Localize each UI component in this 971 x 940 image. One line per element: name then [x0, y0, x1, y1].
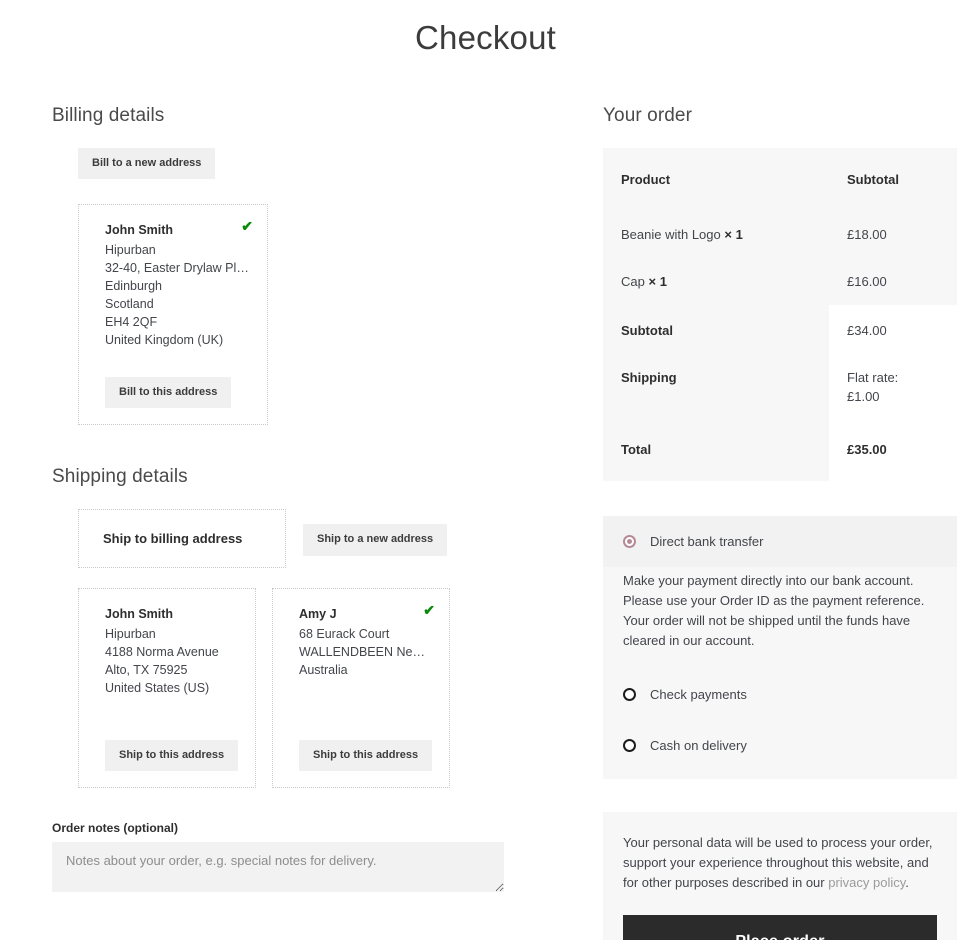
table-row: Subtotal £34.00 [603, 305, 957, 354]
payment-methods-panel: Direct bank transfer Make your payment d… [603, 516, 957, 779]
order-item-name-cell: Cap × 1 [603, 258, 829, 305]
order-notes-wrap: Order notes (optional) [52, 821, 517, 893]
shipping-address-cards: John Smith Hipurban 4188 Norma Avenue Al… [78, 588, 517, 789]
ship-to-billing-address-label: Ship to billing address [103, 531, 243, 547]
order-column-subtotal: Subtotal [829, 148, 957, 211]
billing-address-line: Edinburgh [105, 279, 162, 294]
privacy-and-submit-panel: Your personal data will be used to proce… [603, 812, 957, 940]
order-column-product: Product [603, 148, 829, 211]
shipping-address-card[interactable]: John Smith Hipurban 4188 Norma Avenue Al… [78, 588, 256, 789]
order-summary-table: Product Subtotal Beanie with Logo × 1 £1… [603, 148, 957, 481]
selected-check-icon: ✔ [423, 602, 435, 619]
shipping-address-name: Amy J [299, 607, 337, 622]
billing-address-line: EH4 2QF [105, 315, 158, 330]
shipping-details-heading: Shipping details [52, 466, 188, 488]
order-item-name-cell: Beanie with Logo × 1 [603, 211, 829, 258]
order-total-label: Total [603, 426, 829, 481]
billing-address-line: 32-40, Easter Drylaw Place [105, 261, 249, 276]
bill-to-new-address-button[interactable]: Bill to a new address [78, 148, 216, 180]
payment-method-direct-bank-transfer[interactable]: Direct bank transfer [603, 516, 957, 567]
order-item-subtotal: £18.00 [829, 211, 957, 258]
order-subtotal-value: £34.00 [829, 305, 957, 354]
payment-method-check-payments[interactable]: Check payments [603, 669, 957, 720]
privacy-policy-text: Your personal data will be used to proce… [623, 833, 937, 893]
billing-address-line: Hipurban [105, 243, 156, 258]
checkout-columns: Billing details Bill to a new address ✔ … [0, 105, 971, 940]
billing-address-card[interactable]: ✔ John Smith Hipurban 32-40, Easter Dryl… [78, 204, 268, 426]
ship-to-new-address-button[interactable]: Ship to a new address [303, 524, 448, 556]
billing-new-address-wrap: Bill to a new address [52, 148, 517, 180]
shipping-address-line: 68 Eurack Court [299, 627, 390, 642]
shipping-address-line: United States (US) [105, 681, 210, 696]
ship-to-billing-address-option[interactable]: Ship to billing address [78, 509, 286, 569]
billing-address-line: Scotland [105, 297, 154, 312]
your-order-heading: Your order [603, 105, 693, 126]
payment-method-description: Make your payment directly into our bank… [603, 567, 957, 669]
left-column: Billing details Bill to a new address ✔ … [52, 105, 517, 893]
privacy-text-after: . [905, 875, 909, 890]
shipping-toggle-row: Ship to billing address Ship to a new ad… [52, 509, 517, 569]
order-item-qty: × 1 [724, 227, 743, 242]
ship-to-this-address-button[interactable]: Ship to this address [105, 740, 239, 772]
billing-card-button-wrap: Bill to this address [105, 377, 249, 409]
place-order-button[interactable]: Place order [623, 915, 937, 940]
ship-to-this-address-button[interactable]: Ship to this address [299, 740, 433, 772]
table-row: Cap × 1 £16.00 [603, 258, 957, 305]
right-column: Your order Product Subtotal Beanie with … [603, 105, 957, 940]
shipping-card-button-wrap: Ship to this address [105, 740, 239, 772]
order-item-qty: × 1 [648, 274, 667, 289]
order-table-head: Product Subtotal [603, 148, 957, 211]
order-notes-input[interactable] [52, 842, 504, 893]
shipping-address-card[interactable]: ✔ Amy J 68 Eurack Court WALLENDBEEN New … [272, 588, 450, 789]
order-shipping-value: Flat rate: £1.00 [829, 354, 957, 426]
privacy-policy-link[interactable]: privacy policy [828, 875, 905, 890]
order-summary-panel: Product Subtotal Beanie with Logo × 1 £1… [603, 148, 957, 481]
payment-method-label: Cash on delivery [650, 738, 747, 753]
order-item-name: Beanie with Logo [621, 227, 721, 242]
ship-new-address-wrap: Ship to a new address [303, 524, 448, 556]
radio-selected-icon[interactable] [623, 535, 636, 548]
shipping-address-line: Australia [299, 663, 348, 678]
bill-to-this-address-button[interactable]: Bill to this address [105, 377, 232, 409]
billing-address-line: United Kingdom (UK) [105, 333, 224, 348]
shipping-address-line: WALLENDBEEN New South W… [299, 645, 431, 660]
payment-method-label: Direct bank transfer [650, 534, 764, 549]
order-item-subtotal: £16.00 [829, 258, 957, 305]
order-table-header-row: Product Subtotal [603, 148, 957, 211]
selected-check-icon: ✔ [241, 218, 253, 235]
shipping-card-button-wrap: Ship to this address [299, 740, 433, 772]
radio-unselected-icon[interactable] [623, 688, 636, 701]
payment-method-label: Check payments [650, 687, 747, 702]
order-shipping-label: Shipping [603, 354, 829, 426]
table-row: Beanie with Logo × 1 £18.00 [603, 211, 957, 258]
billing-details-heading: Billing details [52, 105, 165, 126]
shipping-address-line: Hipurban [105, 627, 156, 642]
shipping-address-line: 4188 Norma Avenue [105, 645, 219, 660]
order-subtotal-label: Subtotal [603, 305, 829, 354]
order-total-value: £35.00 [829, 426, 957, 481]
page-title: Checkout [414, 19, 556, 56]
billing-address-name: John Smith [105, 223, 174, 238]
order-table-body: Beanie with Logo × 1 £18.00 Cap × 1 £16.… [603, 211, 957, 481]
shipping-address-line: Alto, TX 75925 [105, 663, 188, 678]
shipping-address-name: John Smith [105, 607, 174, 622]
table-row: Total £35.00 [603, 426, 957, 481]
radio-unselected-icon[interactable] [623, 739, 636, 752]
order-item-name: Cap [621, 274, 645, 289]
payment-method-cash-on-delivery[interactable]: Cash on delivery [603, 720, 957, 779]
table-row: Shipping Flat rate: £1.00 [603, 354, 957, 426]
order-notes-label: Order notes (optional) [52, 821, 178, 836]
